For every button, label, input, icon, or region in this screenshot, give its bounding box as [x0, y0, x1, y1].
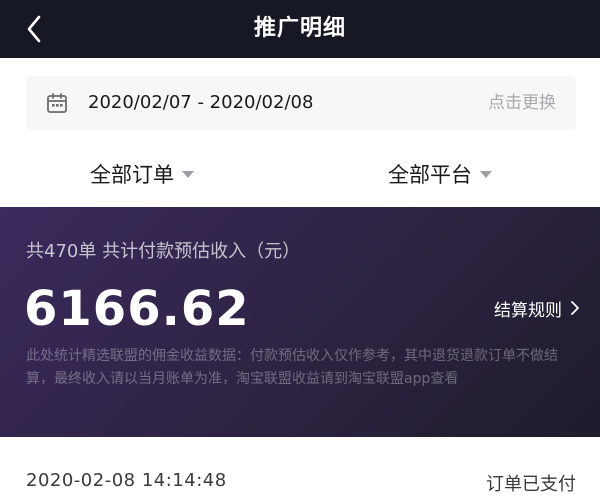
estimated-income-amount: 6166.62 — [24, 281, 250, 337]
caret-down-icon — [182, 170, 194, 178]
order-status: 订单已支付 — [486, 474, 576, 495]
platform-filter-dropdown[interactable]: 全部平台 — [388, 152, 492, 196]
back-button[interactable] — [14, 10, 54, 48]
change-date-link[interactable]: 点击更换 — [488, 76, 556, 130]
date-range-text: 2020/02/07 - 2020/02/08 — [88, 92, 314, 113]
caret-down-icon — [480, 170, 492, 178]
calendar-icon — [47, 93, 67, 113]
settlement-rules-link[interactable]: 结算规则 — [494, 293, 580, 323]
page-title: 推广明细 — [253, 16, 346, 41]
platform-filter-label: 全部平台 — [388, 163, 472, 187]
chevron-right-icon — [571, 301, 579, 315]
order-time: 2020-02-08 14:14:48 — [26, 470, 227, 491]
chevron-left-icon — [27, 15, 41, 43]
income-disclaimer: 此处统计精选联盟的佣金收益数据：付款预估收入仅作参考，其中退货退款订单不做结算，… — [26, 348, 558, 387]
nav-bar: 推广明细 — [0, 0, 600, 58]
settlement-rules-label: 结算规则 — [494, 300, 562, 321]
order-list-item[interactable]: 2020-02-08 14:14:48 订单已支付 — [0, 470, 600, 504]
order-filter-dropdown[interactable]: 全部订单 — [90, 152, 194, 196]
order-count-summary: 共470单 共计付款预估收入（元） — [26, 241, 301, 262]
order-filter-label: 全部订单 — [90, 163, 174, 187]
income-summary-panel: 共470单 共计付款预估收入（元） 6166.62 结算规则 此处统计精选联盟的… — [0, 207, 600, 437]
date-range-selector[interactable]: 2020/02/07 - 2020/02/08 点击更换 — [26, 76, 576, 130]
promotion-detail-screen: 推广明细 2020/02/07 - 2020/02/08 点击更换 全部订单 全… — [0, 0, 600, 504]
